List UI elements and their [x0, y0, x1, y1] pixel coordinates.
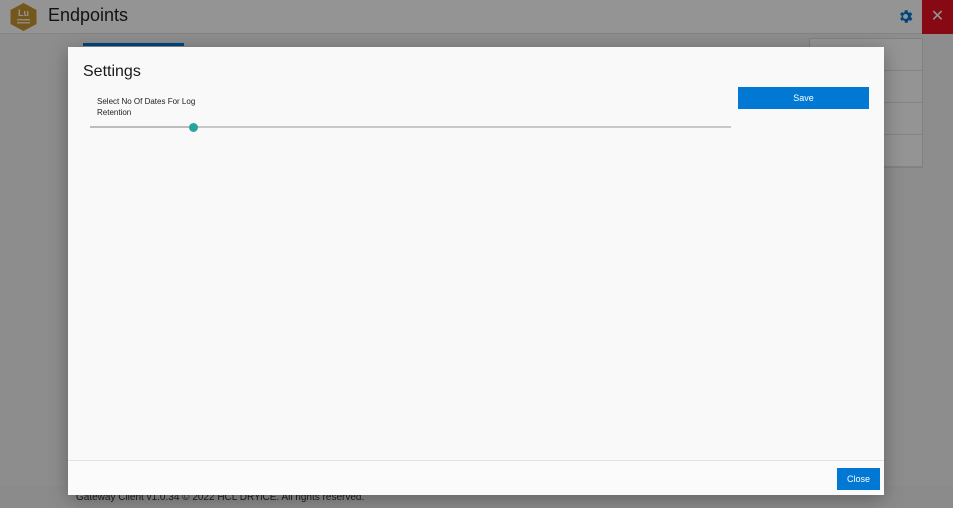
- slider-thumb[interactable]: [189, 123, 198, 132]
- dialog-title: Settings: [83, 63, 141, 80]
- close-button[interactable]: Close: [837, 468, 880, 490]
- save-button[interactable]: Save: [738, 87, 869, 109]
- slider-fill: [90, 126, 193, 128]
- dialog-footer: Close: [68, 460, 884, 495]
- log-retention-label: Select No Of Dates For Log Retention: [97, 97, 196, 117]
- log-retention-slider[interactable]: [90, 118, 731, 136]
- settings-dialog: Settings Select No Of Dates For Log Rete…: [68, 47, 884, 495]
